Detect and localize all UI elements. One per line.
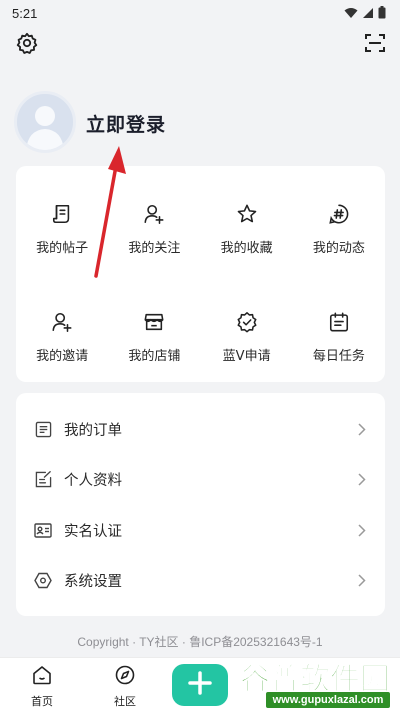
profile-edit-icon <box>34 471 52 489</box>
list-item-real-name-verification[interactable]: 实名认证 <box>16 505 385 556</box>
chevron-right-icon <box>357 523 367 537</box>
hashtag-icon <box>327 202 351 226</box>
status-bar: 5:21 <box>0 0 400 26</box>
avatar[interactable] <box>14 91 76 153</box>
grid-label: 我的动态 <box>312 241 365 256</box>
compass-icon <box>115 665 135 689</box>
invite-icon <box>50 310 74 334</box>
wifi-icon <box>344 4 358 23</box>
list-item-system-settings[interactable]: 系统设置 <box>16 556 385 607</box>
plus-icon <box>188 671 212 699</box>
list-label: 实名认证 <box>64 523 122 540</box>
chevron-right-icon <box>357 473 367 487</box>
list-label: 我的订单 <box>64 422 122 439</box>
verified-badge-icon <box>235 310 259 334</box>
login-button[interactable]: 立即登录 <box>86 110 166 137</box>
post-icon <box>50 202 74 226</box>
shortcut-grid-card: 我的帖子 我的关注 我的收藏 我的动态 我的邀请 我的店铺 蓝V申请 每日任务 <box>16 166 385 382</box>
list-item-profile[interactable]: 个人资料 <box>16 455 385 506</box>
shortcut-grid: 我的帖子 我的关注 我的收藏 我的动态 我的邀请 我的店铺 蓝V申请 每日任务 <box>16 166 385 382</box>
status-time: 5:21 <box>12 5 38 21</box>
grid-label: 每日任务 <box>312 349 365 364</box>
store-icon <box>142 310 166 334</box>
nav-label: 首页 <box>31 695 53 708</box>
list-label: 系统设置 <box>64 574 122 591</box>
grid-item-blue-v-apply[interactable]: 蓝V申请 <box>201 274 293 382</box>
grid-label: 我的邀请 <box>36 349 89 364</box>
battery-icon <box>378 4 386 23</box>
nav-item-community[interactable]: 社区 <box>100 665 150 709</box>
grid-item-my-activity[interactable]: 我的动态 <box>293 166 385 274</box>
order-icon <box>34 420 52 438</box>
star-icon <box>235 202 259 226</box>
grid-label: 蓝V申请 <box>222 349 271 364</box>
grid-label: 我的帖子 <box>36 241 89 256</box>
chevron-right-icon <box>357 422 367 436</box>
home-icon <box>32 665 52 689</box>
calendar-icon <box>327 310 351 334</box>
watermark-url: www.gupuxlazal.com <box>266 692 390 708</box>
status-icons <box>344 4 386 23</box>
grid-label: 我的关注 <box>128 241 181 256</box>
list-item-my-orders[interactable]: 我的订单 <box>16 404 385 455</box>
follow-icon <box>142 202 166 226</box>
watermark: 谷普软件园 www.gupuxlazal.com <box>218 652 396 710</box>
nav-label: 社区 <box>114 695 136 708</box>
nav-item-home[interactable]: 首页 <box>17 665 67 709</box>
copyright-text: Copyright · TY社区 · 鲁ICP备2025321643号-1 <box>77 635 323 649</box>
chevron-right-icon <box>357 574 367 588</box>
grid-label: 我的收藏 <box>220 241 273 256</box>
user-silhouette-icon <box>17 94 73 150</box>
id-card-icon <box>34 521 52 539</box>
settings-icon[interactable] <box>15 31 39 55</box>
list-label: 个人资料 <box>64 473 122 490</box>
annotation-arrow <box>94 146 126 278</box>
grid-label: 我的店铺 <box>128 349 181 364</box>
grid-item-my-invites[interactable]: 我的邀请 <box>16 274 108 382</box>
grid-item-my-favorites[interactable]: 我的收藏 <box>201 166 293 274</box>
scan-icon[interactable] <box>363 31 387 55</box>
menu-list-card: 我的订单 个人资料 实名认证 系统设置 <box>16 393 385 616</box>
grid-item-my-store[interactable]: 我的店铺 <box>108 274 200 382</box>
signal-icon <box>362 4 374 23</box>
system-settings-icon <box>34 572 52 590</box>
grid-item-daily-tasks[interactable]: 每日任务 <box>293 274 385 382</box>
